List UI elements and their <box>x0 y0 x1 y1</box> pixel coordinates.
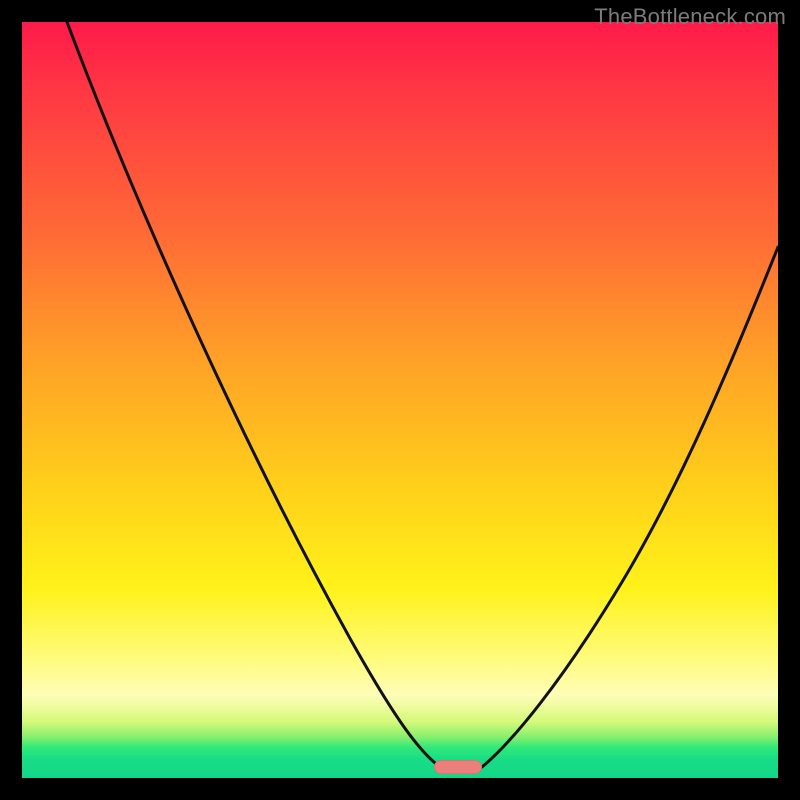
curve-left <box>67 22 440 767</box>
bottleneck-curve <box>22 22 778 778</box>
watermark-text: TheBottleneck.com <box>594 4 786 30</box>
plot-area <box>22 22 778 778</box>
minimum-marker <box>434 760 482 774</box>
chart-frame: TheBottleneck.com <box>0 0 800 800</box>
curve-right <box>482 247 778 767</box>
